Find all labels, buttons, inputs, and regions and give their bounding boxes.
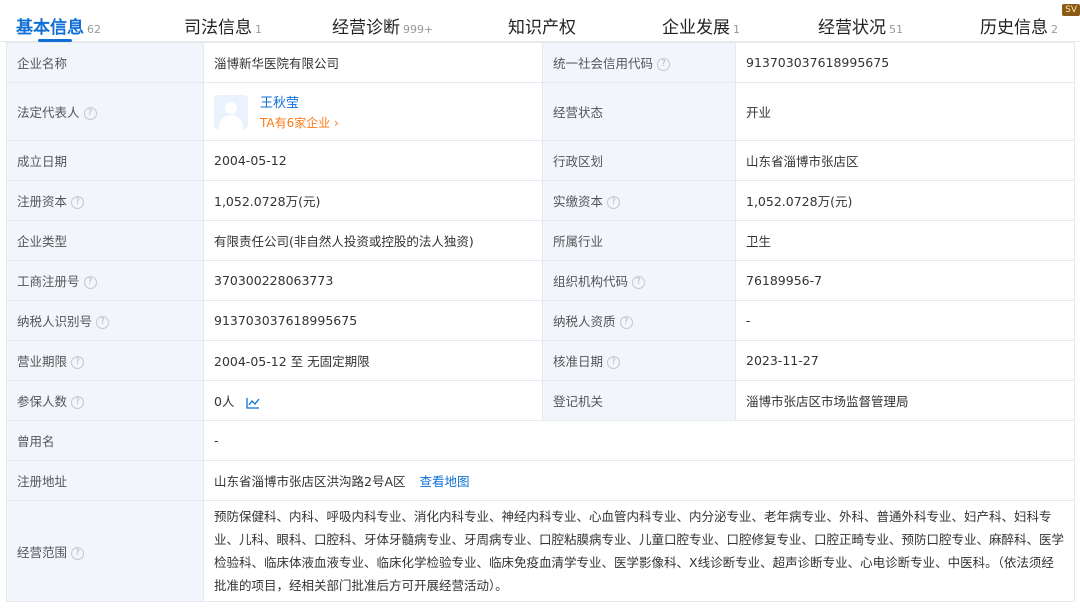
tab-label: 司法信息 — [184, 18, 252, 38]
tab-basic-info[interactable]: 基本信息 62 — [16, 0, 184, 42]
type-value: 有限责任公司(非自然人投资或控股的法人独资) — [203, 220, 543, 261]
avatar — [214, 94, 248, 129]
taxpayer-qual-label: 纳税人资质? — [542, 300, 736, 341]
help-icon[interactable]: ? — [71, 396, 85, 409]
help-icon[interactable]: ? — [83, 107, 97, 120]
legal-rep-label: 法定代表人? — [6, 82, 204, 141]
reg-no-label: 工商注册号? — [6, 260, 204, 301]
tab-label: 经营状况 — [818, 18, 886, 38]
basic-info-table: 企业名称 淄博新华医院有限公司 统一社会信用代码? 91370303761899… — [6, 42, 1075, 602]
type-label: 企业类型 — [6, 220, 204, 261]
table-row: 参保人数? 0人 登记机关 淄博市张店区市场监督管理局 — [6, 380, 1075, 421]
tab-count: 2 — [1051, 23, 1058, 36]
help-icon[interactable]: ? — [71, 546, 85, 560]
address-label: 注册地址 — [6, 460, 204, 501]
tab-count: 62 — [87, 23, 101, 36]
tab-count: 51 — [889, 23, 903, 36]
approve-date-value: 2023-11-27 — [735, 340, 1075, 381]
help-icon[interactable]: ? — [71, 196, 85, 209]
paid-capital-label: 实缴资本? — [542, 180, 736, 221]
table-row: 曾用名 - — [6, 420, 1075, 461]
address-value: 山东省淄博市张店区洪沟路2号A区 — [214, 474, 406, 489]
former-name-value: - — [203, 420, 1075, 461]
scope-value: 预防保健科、内科、呼吸内科专业、消化内科专业、神经内科专业、心血管内科专业、内分… — [203, 500, 1075, 602]
help-icon[interactable]: ? — [607, 356, 621, 369]
region-value: 山东省淄博市张店区 — [735, 140, 1075, 181]
table-row: 法定代表人? 王秋莹 TA有6家企业 › 经营状态 开业 — [6, 82, 1075, 141]
scope-label: 经营范围? — [6, 500, 204, 602]
table-row: 企业名称 淄博新华医院有限公司 统一社会信用代码? 91370303761899… — [6, 42, 1075, 83]
address-cell: 山东省淄博市张店区洪沟路2号A区 查看地图 — [203, 460, 1075, 501]
tab-count: 1 — [733, 23, 740, 36]
legal-rep-companies-link[interactable]: TA有6家企业 › — [260, 114, 339, 131]
svip-badge: SV — [1062, 4, 1080, 16]
tab-operating-status[interactable]: 经营状况 51 — [818, 0, 980, 41]
region-label: 行政区划 — [542, 140, 736, 181]
reg-no-value: 370300228063773 — [203, 260, 543, 301]
tab-judicial-info[interactable]: 司法信息 1 — [184, 0, 332, 41]
table-row: 成立日期 2004-05-12 行政区划 山东省淄博市张店区 — [6, 140, 1075, 181]
company-name-label: 企业名称 — [6, 42, 204, 83]
former-name-label: 曾用名 — [6, 420, 204, 461]
taxpayer-id-label: 纳税人识别号? — [6, 300, 204, 341]
help-icon[interactable]: ? — [83, 276, 97, 289]
industry-value: 卫生 — [735, 220, 1075, 261]
tab-count: 1 — [255, 23, 262, 36]
legal-rep-name-link[interactable]: 王秋莹 — [260, 92, 339, 111]
help-icon[interactable]: ? — [619, 316, 633, 329]
term-label: 营业期限? — [6, 340, 204, 381]
paid-capital-value: 1,052.0728万(元) — [735, 180, 1075, 221]
table-row: 营业期限? 2004-05-12 至 无固定期限 核准日期? 2023-11-2… — [6, 340, 1075, 381]
help-icon[interactable]: ? — [607, 196, 621, 209]
table-row: 注册资本? 1,052.0728万(元) 实缴资本? 1,052.0728万(元… — [6, 180, 1075, 221]
insured-cell: 0人 — [203, 380, 543, 421]
help-icon[interactable]: ? — [632, 276, 646, 289]
help-icon[interactable]: ? — [71, 356, 85, 369]
tab-operation-diagnosis[interactable]: 经营诊断 999+ — [332, 0, 508, 41]
tab-label: 历史信息 — [980, 18, 1048, 38]
tab-label: 知识产权 — [508, 18, 576, 38]
tab-enterprise-development[interactable]: 企业发展 1 — [662, 0, 818, 41]
table-row: 注册地址 山东省淄博市张店区洪沟路2号A区 查看地图 — [6, 460, 1075, 501]
reg-capital-label: 注册资本? — [6, 180, 204, 221]
founded-value: 2004-05-12 — [203, 140, 543, 181]
authority-value: 淄博市张店区市场监督管理局 — [735, 380, 1075, 421]
org-code-value: 76189956-7 — [735, 260, 1075, 301]
table-row: 企业类型 有限责任公司(非自然人投资或控股的法人独资) 所属行业 卫生 — [6, 220, 1075, 261]
tab-intellectual-property[interactable]: 知识产权 — [508, 0, 662, 41]
credit-code-label: 统一社会信用代码? — [542, 42, 736, 83]
trend-chart-icon[interactable] — [246, 397, 260, 409]
tab-bar: 基本信息 62 司法信息 1 经营诊断 999+ 知识产权 企业发展 1 经营状… — [0, 0, 1080, 42]
term-value: 2004-05-12 至 无固定期限 — [203, 340, 543, 381]
help-icon[interactable]: ? — [657, 58, 671, 71]
founded-label: 成立日期 — [6, 140, 204, 181]
help-icon[interactable]: ? — [96, 316, 110, 329]
status-label: 经营状态 — [542, 82, 736, 141]
view-map-link[interactable]: 查看地图 — [420, 474, 470, 489]
reg-capital-value: 1,052.0728万(元) — [203, 180, 543, 221]
org-code-label: 组织机构代码? — [542, 260, 736, 301]
taxpayer-id-value: 913703037618995675 — [203, 300, 543, 341]
tab-label: 经营诊断 — [332, 18, 400, 38]
company-name: 淄博新华医院有限公司 — [203, 42, 543, 83]
taxpayer-qual-value: - — [735, 300, 1075, 341]
insured-value: 0人 — [214, 394, 235, 409]
tab-count: 999+ — [403, 23, 434, 36]
table-row: 经营范围? 预防保健科、内科、呼吸内科专业、消化内科专业、神经内科专业、心血管内… — [6, 500, 1075, 602]
approve-date-label: 核准日期? — [542, 340, 736, 381]
insured-label: 参保人数? — [6, 380, 204, 421]
tab-label: 基本信息 — [16, 18, 84, 38]
credit-code: 913703037618995675 — [735, 42, 1075, 83]
table-row: 工商注册号? 370300228063773 组织机构代码? 76189956-… — [6, 260, 1075, 301]
table-row: 纳税人识别号? 913703037618995675 纳税人资质? - — [6, 300, 1075, 341]
industry-label: 所属行业 — [542, 220, 736, 261]
legal-rep-cell: 王秋莹 TA有6家企业 › — [203, 82, 543, 141]
status-value: 开业 — [735, 82, 1075, 141]
tab-label: 企业发展 — [662, 18, 730, 38]
authority-label: 登记机关 — [542, 380, 736, 421]
